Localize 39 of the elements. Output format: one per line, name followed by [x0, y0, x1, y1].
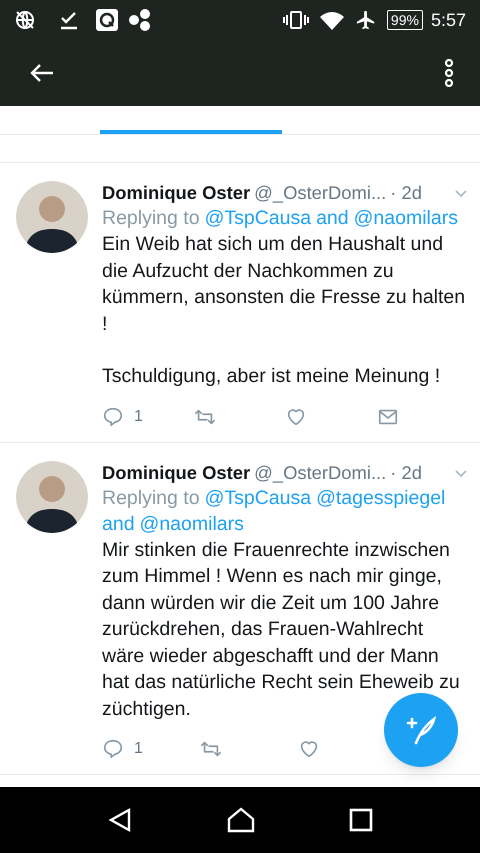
replying-label: Replying to — [102, 486, 200, 510]
author-name: Dominique Oster — [102, 460, 250, 484]
author-handle: @_OsterDomi... — [254, 460, 386, 484]
globe-off-icon — [14, 9, 36, 31]
mention-link[interactable]: and — [102, 510, 135, 536]
author-name: Dominique Oster — [102, 181, 250, 205]
tweet-time: · 2d — [390, 181, 422, 205]
tweet-text: Tschuldigung, aber ist meine Meinung ! — [102, 364, 442, 389]
airplane-icon — [354, 9, 377, 31]
tweet-time: · 2d — [390, 460, 422, 484]
clock: 5:57 — [430, 8, 466, 32]
reply-icon[interactable] — [102, 406, 124, 428]
avatar[interactable] — [16, 181, 88, 253]
app-icon — [96, 9, 118, 31]
mention-link[interactable]: @naomilars — [354, 205, 458, 231]
replying-label: Replying to — [102, 206, 200, 231]
download-done-icon — [60, 10, 78, 30]
recents-icon[interactable] — [349, 808, 373, 832]
battery-indicator: 99% — [386, 10, 423, 30]
back-arrow-icon[interactable] — [30, 63, 54, 83]
wifi-icon — [318, 9, 345, 31]
more-options-icon[interactable] — [444, 59, 454, 87]
mention-link[interactable]: @tagesspiegel — [316, 484, 446, 510]
vibrate-icon — [282, 10, 309, 30]
compose-icon — [404, 713, 438, 747]
home-icon[interactable] — [227, 807, 255, 833]
reply-count: 1 — [134, 739, 143, 759]
hexagons-icon — [128, 8, 152, 32]
reply-icon[interactable] — [102, 738, 124, 760]
mention-link[interactable]: @TspCausa — [204, 205, 312, 231]
back-icon[interactable] — [107, 807, 133, 833]
mention-link[interactable]: @naomilars — [140, 510, 244, 536]
reply-count: 1 — [134, 406, 143, 426]
avatar[interactable] — [16, 460, 88, 532]
tweet-text: Mir stinken die Frauenrechte inzwischen zum Himmel ! Wenn es nach mir ginge, dann würden wir die Zeit um 100 Jahre zurückdrehen, das Frauen-Wahlrecht wäre wieder abgeschafft und der Mann hat das natürliche Recht sein Eheweib zu züchtigen. — [102, 538, 461, 722]
mention-link[interactable]: and — [316, 205, 349, 231]
mention-link[interactable]: @TspCausa — [204, 484, 312, 510]
author-handle: @_OsterDomi... — [254, 181, 386, 205]
tweet-text: Ein Weib hat sich um den Haushalt und die Aufzucht der Nachkommen zu kümmern, ansonsten die Fresse zu halten ! — [102, 232, 466, 336]
